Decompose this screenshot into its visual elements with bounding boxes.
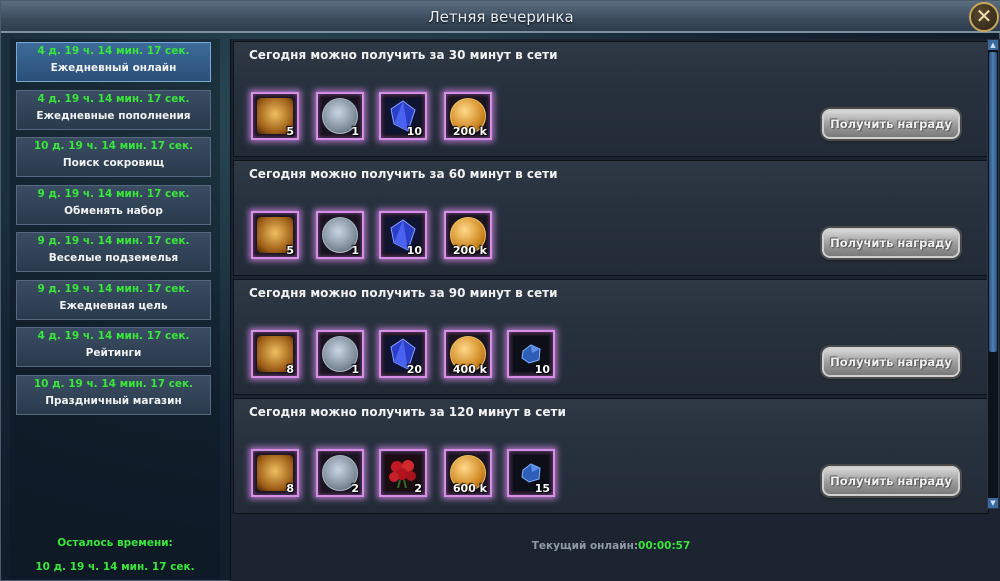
reward-qty: 10 [406, 244, 422, 257]
scroll-thumb[interactable] [989, 52, 997, 352]
sidebar-item-timer: 4 д. 19 ч. 14 мин. 17 сек. [37, 330, 190, 342]
reward-slot-gold[interactable]: 200 k [444, 211, 492, 259]
reward-row-title: Сегодня можно получить за 60 минут в сет… [249, 167, 558, 181]
reward-slot-ore[interactable]: 15 [507, 449, 555, 497]
sidebar-item-timer: 4 д. 19 ч. 14 мин. 17 сек. [37, 93, 190, 105]
remaining-time-value: 10 д. 19 ч. 14 мин. 17 сек. [35, 561, 195, 573]
reward-slot-chest[interactable]: 8 [251, 330, 299, 378]
sidebar-item-label: Ежедневный онлайн [50, 62, 177, 74]
scroll-down-icon[interactable]: ▼ [988, 498, 998, 508]
sidebar-item-label: Веселые подземелья [48, 252, 179, 264]
reward-slot-chest[interactable]: 5 [251, 92, 299, 140]
current-online-value: 00:00:57 [638, 540, 691, 552]
sidebar-item-label: Обменять набор [64, 205, 163, 217]
reward-slot-ore[interactable]: 10 [507, 330, 555, 378]
claim-reward-button[interactable]: Получить награду [822, 466, 960, 496]
rewards-scrollbar[interactable]: ▲ ▼ [987, 39, 999, 509]
reward-qty: 400 k [452, 363, 487, 376]
sidebar-item-label: Поиск сокровищ [62, 157, 165, 169]
sidebar-item-daily-topups[interactable]: 4 д. 19 ч. 14 мин. 17 сек. Ежедневные по… [16, 90, 211, 130]
reward-qty: 600 k [452, 482, 487, 495]
reward-slot-chest[interactable]: 5 [251, 211, 299, 259]
reward-slot-gold[interactable]: 600 k [444, 449, 492, 497]
reward-qty: 10 [534, 363, 550, 376]
reward-qty: 200 k [452, 125, 487, 138]
reward-qty: 1 [351, 244, 359, 257]
sidebar-item-label: Ежедневная цель [59, 300, 168, 312]
reward-qty: 200 k [452, 244, 487, 257]
sidebar-item-label: Рейтинги [85, 347, 142, 359]
reward-slot-crystal[interactable]: 10 [379, 92, 427, 140]
sidebar-item-label: Ежедневные пополнения [36, 110, 191, 122]
title-bar: Летняя вечеринка ✕ [1, 1, 1000, 33]
reward-slot-silver-coin[interactable]: 1 [316, 211, 364, 259]
sidebar-item-holiday-shop[interactable]: 10 д. 19 ч. 14 мин. 17 сек. Праздничный … [16, 375, 211, 415]
sidebar-item-fun-dungeons[interactable]: 9 д. 19 ч. 14 мин. 17 сек. Веселые подзе… [16, 232, 211, 272]
reward-qty: 15 [534, 482, 550, 495]
reward-row: Сегодня можно получить за 60 минут в сет… [233, 160, 989, 276]
reward-row: Сегодня можно получить за 90 минут в сет… [233, 279, 989, 395]
claim-reward-button[interactable]: Получить награду [822, 228, 960, 258]
reward-slot-crystal[interactable]: 20 [379, 330, 427, 378]
reward-row-title: Сегодня можно получить за 90 минут в сет… [249, 286, 558, 300]
sidebar-item-daily-goal[interactable]: 9 д. 19 ч. 14 мин. 17 сек. Ежедневная це… [16, 280, 211, 320]
reward-qty: 8 [286, 363, 294, 376]
reward-qty: 10 [406, 125, 422, 138]
sidebar-item-timer: 10 д. 19 ч. 14 мин. 17 сек. [33, 378, 194, 390]
reward-qty: 20 [406, 363, 422, 376]
reward-slot-gold[interactable]: 400 k [444, 330, 492, 378]
reward-row-title: Сегодня можно получить за 30 минут в сет… [249, 48, 558, 62]
sidebar-item-daily-online[interactable]: 4 д. 19 ч. 14 мин. 17 сек. Ежедневный он… [16, 42, 211, 82]
event-window: Летняя вечеринка ✕ 4 д. 19 ч. 14 мин. 17… [0, 0, 1000, 581]
scroll-up-icon[interactable]: ▲ [988, 40, 998, 50]
close-icon[interactable]: ✕ [969, 2, 999, 32]
rewards-panel: Сегодня можно получить за 30 минут в сет… [230, 39, 1000, 581]
reward-qty: 5 [286, 244, 294, 257]
remaining-time-label: Осталось времени: [57, 537, 173, 549]
sidebar-item-treasure-hunt[interactable]: 10 д. 19 ч. 14 мин. 17 сек. Поиск сокров… [16, 137, 211, 177]
sidebar-item-timer: 9 д. 19 ч. 14 мин. 17 сек. [37, 283, 190, 295]
current-online-label: Текущий онлайн: [531, 540, 639, 552]
sidebar-item-timer: 4 д. 19 ч. 14 мин. 17 сек. [37, 45, 190, 57]
reward-slot-crystal[interactable]: 10 [379, 211, 427, 259]
reward-slot-roses[interactable]: 2 [379, 449, 427, 497]
current-online-status: Текущий онлайн:00:00:57 [231, 540, 991, 552]
reward-slot-silver-coin[interactable]: 1 [316, 92, 364, 140]
reward-qty: 5 [286, 125, 294, 138]
sidebar-item-timer: 9 д. 19 ч. 14 мин. 17 сек. [37, 188, 190, 200]
reward-slot-silver-coin[interactable]: 2 [316, 449, 364, 497]
reward-qty: 1 [351, 125, 359, 138]
reward-qty: 1 [351, 363, 359, 376]
claim-reward-button[interactable]: Получить награду [822, 109, 960, 139]
sidebar-item-timer: 9 д. 19 ч. 14 мин. 17 сек. [37, 235, 190, 247]
sidebar-item-timer: 10 д. 19 ч. 14 мин. 17 сек. [33, 140, 194, 152]
reward-slot-silver-coin[interactable]: 1 [316, 330, 364, 378]
reward-qty: 2 [351, 482, 359, 495]
claim-reward-button[interactable]: Получить награду [822, 347, 960, 377]
reward-qty: 8 [286, 482, 294, 495]
window-title: Летняя вечеринка [428, 8, 574, 26]
reward-row-title: Сегодня можно получить за 120 минут в се… [249, 405, 566, 419]
sidebar-item-ratings[interactable]: 4 д. 19 ч. 14 мин. 17 сек. Рейтинги [16, 327, 211, 367]
reward-slot-gold[interactable]: 200 k [444, 92, 492, 140]
reward-row: Сегодня можно получить за 120 минут в се… [233, 398, 989, 514]
sidebar: 4 д. 19 ч. 14 мин. 17 сек. Ежедневный он… [10, 39, 220, 579]
sidebar-item-label: Праздничный магазин [45, 395, 182, 407]
sidebar-item-exchange-set[interactable]: 9 д. 19 ч. 14 мин. 17 сек. Обменять набо… [16, 185, 211, 225]
reward-qty: 2 [414, 482, 422, 495]
reward-slot-chest[interactable]: 8 [251, 449, 299, 497]
reward-row: Сегодня можно получить за 30 минут в сет… [233, 41, 989, 157]
